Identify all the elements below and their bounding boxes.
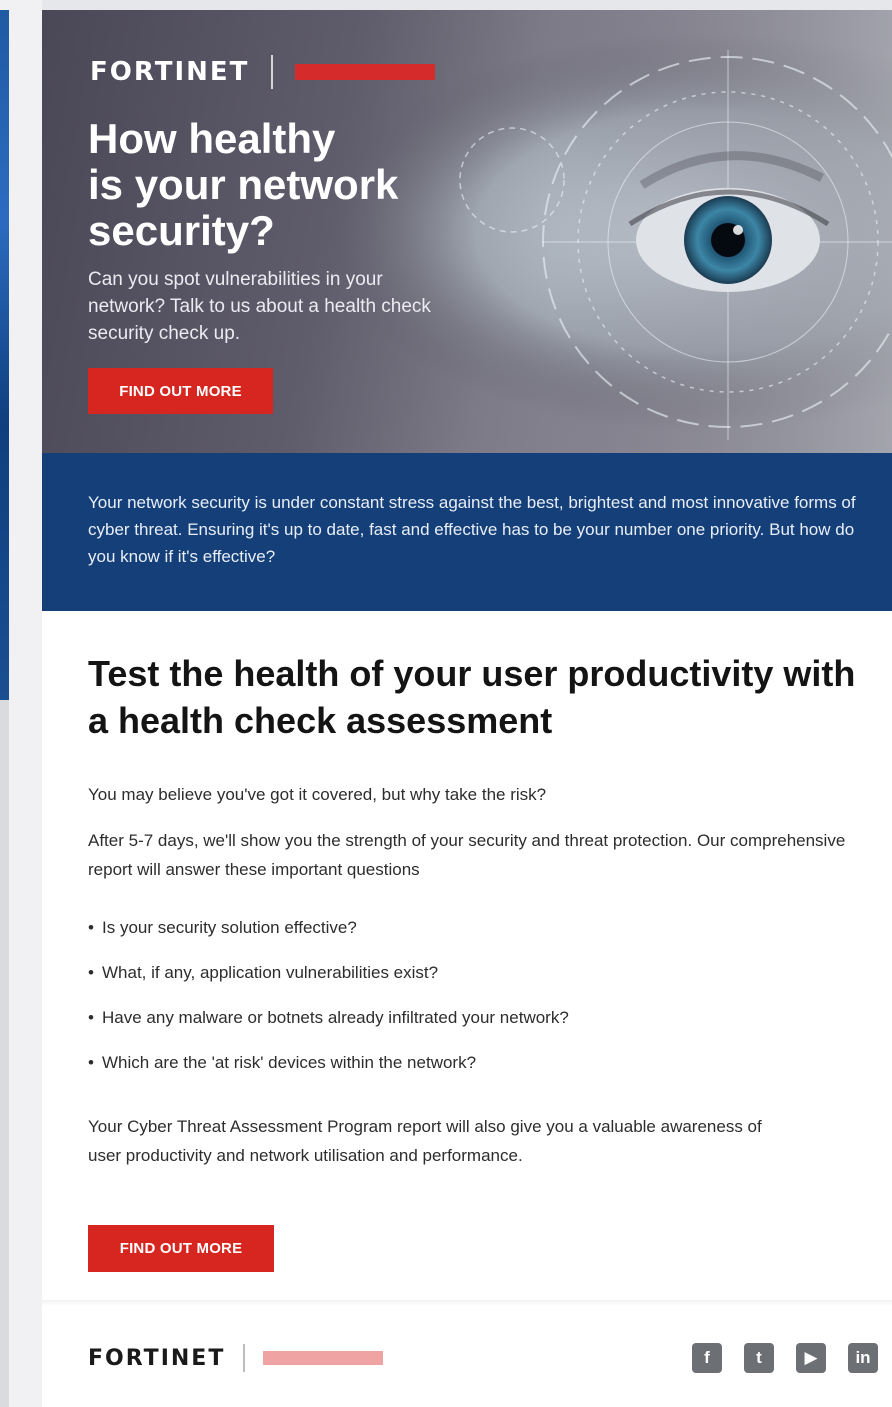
list-item-text: Is your security solution effective? — [102, 918, 357, 937]
hero-title: How healthy is your network security? — [88, 116, 508, 254]
hero-logo: FORTINET — [90, 52, 436, 92]
hero-subtitle: Can you spot vulnerabilities in your net… — [88, 269, 431, 344]
intro-text: Your network security is under constant … — [88, 493, 856, 566]
bullet-icon: • — [88, 1008, 94, 1027]
content-find-out-more-button[interactable]: FIND OUT MORE — [88, 1225, 274, 1272]
logo-divider — [271, 55, 274, 89]
footer-logo-divider — [243, 1344, 246, 1372]
hero-banner: FORTINET How healthy is your network sec… — [42, 10, 892, 453]
list-item-text: Which are the 'at risk' devices within t… — [102, 1053, 477, 1072]
twitter-icon[interactable]: t — [744, 1343, 774, 1373]
bullet-icon: • — [88, 963, 94, 982]
question-list: • Is your security solution effective? • W… — [88, 914, 848, 1094]
background-window-panel — [0, 700, 9, 1407]
intro-band: Your network security is under constant … — [42, 453, 892, 611]
content-heading-block: Test the health of your user productivit… — [88, 650, 858, 744]
list-item-text: What, if any, application vulnerabilitie… — [102, 963, 439, 982]
content-heading: Test the health of your user productivit… — [88, 653, 856, 741]
brand-logo: FORTINET — [90, 57, 250, 87]
footer-brand-logo[interactable]: FORTINET — [88, 1346, 225, 1371]
hero-find-out-more-button[interactable]: FIND OUT MORE — [88, 368, 273, 414]
background-window-edge — [0, 0, 42, 1407]
hero-title-line: security? — [88, 207, 275, 254]
hero-title-line: is your network — [88, 161, 399, 208]
logo-tagline — [295, 64, 436, 80]
footer-divider — [42, 1300, 892, 1306]
list-item: • What, if any, application vulnerabiliti… — [88, 959, 848, 1004]
bullet-icon: • — [88, 918, 94, 937]
footer-logo-tagline — [263, 1351, 384, 1365]
content-paragraph-3: Your Cyber Threat Assessment Program rep… — [88, 1117, 762, 1165]
youtube-icon[interactable]: ▶ — [796, 1343, 826, 1373]
footer-logo: FORTINET — [88, 1340, 384, 1376]
email-body: FORTINET How healthy is your network sec… — [42, 10, 892, 1407]
bullet-icon: • — [88, 1053, 94, 1072]
list-item-text: Have any malware or botnets already infi… — [102, 1008, 569, 1027]
list-item: • Which are the 'at risk' devices within … — [88, 1049, 848, 1094]
linkedin-icon[interactable]: in — [848, 1343, 878, 1373]
list-item: • Have any malware or botnets already inf… — [88, 1004, 848, 1049]
background-window-image — [0, 10, 9, 700]
facebook-icon[interactable]: f — [692, 1343, 722, 1373]
list-item: • Is your security solution effective? — [88, 914, 848, 959]
hero-title-line: How healthy — [88, 115, 336, 162]
social-links: f t ▶ in — [692, 1343, 878, 1373]
content-paragraph-2: After 5-7 days, we'll show you the stren… — [88, 831, 846, 879]
content-paragraph-1: You may believe you've got it covered, b… — [88, 785, 547, 804]
